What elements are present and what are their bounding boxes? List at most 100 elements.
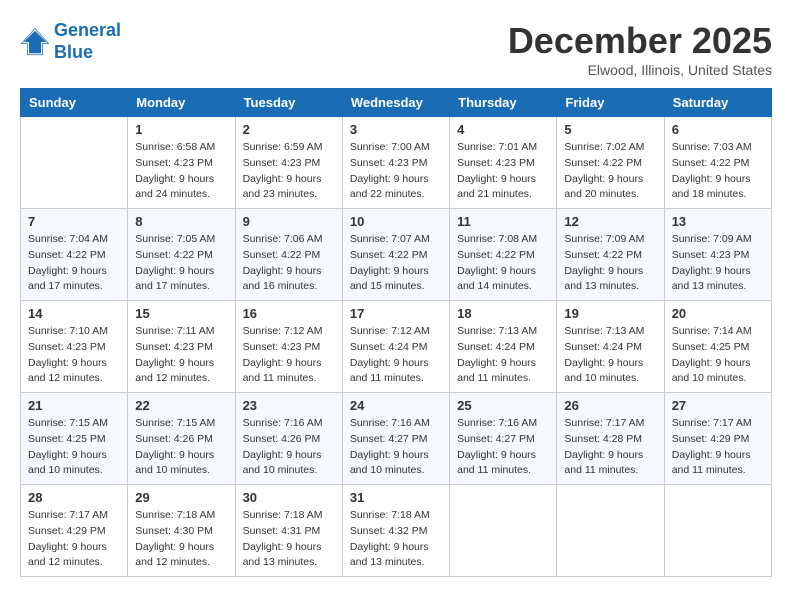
- day-number: 29: [135, 490, 227, 505]
- day-info: Sunrise: 7:13 AMSunset: 4:24 PMDaylight:…: [457, 324, 549, 387]
- day-info: Sunrise: 7:09 AMSunset: 4:23 PMDaylight:…: [672, 232, 764, 295]
- day-info: Sunrise: 7:12 AMSunset: 4:24 PMDaylight:…: [350, 324, 442, 387]
- calendar-day-cell: 4 Sunrise: 7:01 AMSunset: 4:23 PMDaylight…: [450, 117, 557, 209]
- day-of-week-header: Sunday: [21, 89, 128, 117]
- logo-text: General Blue: [54, 20, 121, 63]
- calendar-day-cell: 18 Sunrise: 7:13 AMSunset: 4:24 PMDayligh…: [450, 301, 557, 393]
- day-info: Sunrise: 6:59 AMSunset: 4:23 PMDaylight:…: [243, 140, 335, 203]
- calendar-week-row: 7Sunrise: 7:04 AMSunset: 4:22 PMDaylight…: [21, 209, 772, 301]
- day-info: Sunrise: 7:15 AMSunset: 4:26 PMDaylight:…: [135, 416, 227, 479]
- calendar-day-cell: 17 Sunrise: 7:12 AMSunset: 4:24 PMDayligh…: [342, 301, 449, 393]
- location: Elwood, Illinois, United States: [508, 62, 772, 78]
- day-number: 9: [243, 214, 335, 229]
- calendar-day-cell: 16Sunrise: 7:12 AMSunset: 4:23 PMDayligh…: [235, 301, 342, 393]
- day-number: 6: [672, 122, 764, 137]
- day-number: 23: [243, 398, 335, 413]
- calendar-day-cell: 2 Sunrise: 6:59 AMSunset: 4:23 PMDaylight…: [235, 117, 342, 209]
- month-title: December 2025: [508, 20, 772, 62]
- calendar-week-row: 14 Sunrise: 7:10 AMSunset: 4:23 PMDayligh…: [21, 301, 772, 393]
- calendar-day-cell: 15 Sunrise: 7:11 AMSunset: 4:23 PMDayligh…: [128, 301, 235, 393]
- day-number: 20: [672, 306, 764, 321]
- day-info: Sunrise: 7:16 AMSunset: 4:26 PMDaylight:…: [243, 416, 335, 479]
- day-of-week-header: Tuesday: [235, 89, 342, 117]
- day-info: Sunrise: 7:01 AMSunset: 4:23 PMDaylight:…: [457, 140, 549, 203]
- day-info: Sunrise: 7:17 AMSunset: 4:29 PMDaylight:…: [28, 508, 120, 571]
- calendar-day-cell: [557, 485, 664, 577]
- day-number: 4: [457, 122, 549, 137]
- calendar-day-cell: [21, 117, 128, 209]
- day-info: Sunrise: 7:03 AMSunset: 4:22 PMDaylight:…: [672, 140, 764, 203]
- calendar-day-cell: 30 Sunrise: 7:18 AMSunset: 4:31 PMDayligh…: [235, 485, 342, 577]
- day-info: Sunrise: 7:07 AMSunset: 4:22 PMDaylight:…: [350, 232, 442, 295]
- calendar-day-cell: [450, 485, 557, 577]
- day-info: Sunrise: 7:17 AMSunset: 4:29 PMDaylight:…: [672, 416, 764, 479]
- day-number: 3: [350, 122, 442, 137]
- calendar-body: 1Sunrise: 6:58 AMSunset: 4:23 PMDaylight…: [21, 117, 772, 577]
- calendar-day-cell: 3 Sunrise: 7:00 AMSunset: 4:23 PMDaylight…: [342, 117, 449, 209]
- day-info: Sunrise: 7:00 AMSunset: 4:23 PMDaylight:…: [350, 140, 442, 203]
- day-info: Sunrise: 7:09 AMSunset: 4:22 PMDaylight:…: [564, 232, 656, 295]
- day-info: Sunrise: 7:17 AMSunset: 4:28 PMDaylight:…: [564, 416, 656, 479]
- day-of-week-header: Wednesday: [342, 89, 449, 117]
- title-section: December 2025 Elwood, Illinois, United S…: [508, 20, 772, 78]
- calendar-day-cell: 29 Sunrise: 7:18 AMSunset: 4:30 PMDayligh…: [128, 485, 235, 577]
- day-number: 30: [243, 490, 335, 505]
- day-number: 27: [672, 398, 764, 413]
- day-of-week-header: Saturday: [664, 89, 771, 117]
- day-of-week-header: Friday: [557, 89, 664, 117]
- day-number: 19: [564, 306, 656, 321]
- day-info: Sunrise: 7:02 AMSunset: 4:22 PMDaylight:…: [564, 140, 656, 203]
- day-number: 25: [457, 398, 549, 413]
- calendar-day-cell: 11 Sunrise: 7:08 AMSunset: 4:22 PMDayligh…: [450, 209, 557, 301]
- day-info: Sunrise: 7:11 AMSunset: 4:23 PMDaylight:…: [135, 324, 227, 387]
- day-number: 14: [28, 306, 120, 321]
- calendar-day-cell: 25 Sunrise: 7:16 AMSunset: 4:27 PMDayligh…: [450, 393, 557, 485]
- day-info: Sunrise: 7:04 AMSunset: 4:22 PMDaylight:…: [28, 232, 120, 295]
- calendar-day-cell: 28 Sunrise: 7:17 AMSunset: 4:29 PMDayligh…: [21, 485, 128, 577]
- calendar-day-cell: 13 Sunrise: 7:09 AMSunset: 4:23 PMDayligh…: [664, 209, 771, 301]
- day-number: 31: [350, 490, 442, 505]
- day-info: Sunrise: 7:08 AMSunset: 4:22 PMDaylight:…: [457, 232, 549, 295]
- day-info: Sunrise: 7:16 AMSunset: 4:27 PMDaylight:…: [350, 416, 442, 479]
- day-number: 24: [350, 398, 442, 413]
- day-number: 28: [28, 490, 120, 505]
- calendar-day-cell: 10 Sunrise: 7:07 AMSunset: 4:22 PMDayligh…: [342, 209, 449, 301]
- day-info: Sunrise: 7:10 AMSunset: 4:23 PMDaylight:…: [28, 324, 120, 387]
- calendar-day-cell: 5Sunrise: 7:02 AMSunset: 4:22 PMDaylight…: [557, 117, 664, 209]
- day-number: 18: [457, 306, 549, 321]
- logo-line2: Blue: [54, 42, 121, 64]
- calendar-day-cell: 7Sunrise: 7:04 AMSunset: 4:22 PMDaylight…: [21, 209, 128, 301]
- calendar: SundayMondayTuesdayWednesdayThursdayFrid…: [20, 88, 772, 577]
- calendar-day-cell: 31 Sunrise: 7:18 AMSunset: 4:32 PMDayligh…: [342, 485, 449, 577]
- day-info: Sunrise: 7:14 AMSunset: 4:25 PMDaylight:…: [672, 324, 764, 387]
- calendar-day-cell: 19Sunrise: 7:13 AMSunset: 4:24 PMDayligh…: [557, 301, 664, 393]
- day-number: 17: [350, 306, 442, 321]
- calendar-day-cell: 1Sunrise: 6:58 AMSunset: 4:23 PMDaylight…: [128, 117, 235, 209]
- calendar-day-cell: 23 Sunrise: 7:16 AMSunset: 4:26 PMDayligh…: [235, 393, 342, 485]
- day-number: 10: [350, 214, 442, 229]
- day-info: Sunrise: 7:16 AMSunset: 4:27 PMDaylight:…: [457, 416, 549, 479]
- day-of-week-header: Thursday: [450, 89, 557, 117]
- logo-icon: [20, 27, 50, 57]
- day-number: 13: [672, 214, 764, 229]
- day-info: Sunrise: 7:18 AMSunset: 4:31 PMDaylight:…: [243, 508, 335, 571]
- calendar-day-cell: 9Sunrise: 7:06 AMSunset: 4:22 PMDaylight…: [235, 209, 342, 301]
- calendar-week-row: 28 Sunrise: 7:17 AMSunset: 4:29 PMDayligh…: [21, 485, 772, 577]
- calendar-day-cell: 21Sunrise: 7:15 AMSunset: 4:25 PMDayligh…: [21, 393, 128, 485]
- day-number: 15: [135, 306, 227, 321]
- day-info: Sunrise: 7:18 AMSunset: 4:32 PMDaylight:…: [350, 508, 442, 571]
- day-info: Sunrise: 7:18 AMSunset: 4:30 PMDaylight:…: [135, 508, 227, 571]
- days-of-week-row: SundayMondayTuesdayWednesdayThursdayFrid…: [21, 89, 772, 117]
- calendar-week-row: 1Sunrise: 6:58 AMSunset: 4:23 PMDaylight…: [21, 117, 772, 209]
- logo-line1: General: [54, 20, 121, 40]
- day-number: 11: [457, 214, 549, 229]
- calendar-day-cell: 24 Sunrise: 7:16 AMSunset: 4:27 PMDayligh…: [342, 393, 449, 485]
- day-number: 12: [564, 214, 656, 229]
- calendar-day-cell: 14 Sunrise: 7:10 AMSunset: 4:23 PMDayligh…: [21, 301, 128, 393]
- day-number: 1: [135, 122, 227, 137]
- day-number: 26: [564, 398, 656, 413]
- calendar-day-cell: 6 Sunrise: 7:03 AMSunset: 4:22 PMDaylight…: [664, 117, 771, 209]
- day-number: 2: [243, 122, 335, 137]
- logo: General Blue: [20, 20, 121, 63]
- day-of-week-header: Monday: [128, 89, 235, 117]
